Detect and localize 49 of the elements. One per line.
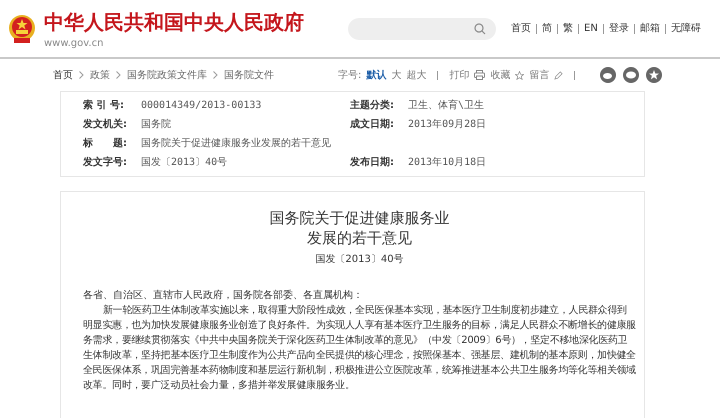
comment-link[interactable]: 留言 (529, 68, 550, 82)
print-link[interactable]: 打印 (449, 68, 470, 82)
breadcrumb-link[interactable]: 政策 (90, 68, 110, 82)
info-label: 发布日期: (350, 156, 395, 169)
chevron-right-icon (116, 71, 121, 79)
info-label: 发文机关: (83, 118, 128, 131)
breadcrumb-link[interactable]: 国务院政策文件库 (127, 68, 207, 82)
chevron-right-icon (213, 71, 218, 79)
breadcrumb-link[interactable]: 国务院文件 (224, 68, 274, 82)
info-value: 国务院关于促进健康服务业发展的若干意见 (141, 136, 331, 150)
font-size-option[interactable]: 大 (391, 68, 402, 82)
salutation: 各省、自治区、直辖市人民政府，国务院各部委、各直属机构： (83, 288, 364, 303)
info-value: 2013年10月18日 (408, 156, 486, 169)
font-size-option[interactable]: 超大 (406, 68, 426, 82)
nav-link[interactable]: 邮箱 (634, 24, 665, 34)
info-label: 成文日期: (350, 118, 395, 131)
font-size-label: 字号: (338, 68, 362, 82)
chevron-right-icon (79, 71, 84, 79)
emblem-logo (8, 14, 36, 44)
nav-link[interactable]: 登录 (602, 24, 634, 34)
star-share-icon[interactable] (646, 67, 662, 83)
info-value: 000014349/2013-00133 (141, 100, 262, 111)
nav-link[interactable]: 首页 (506, 24, 536, 34)
nav-link[interactable]: EN (578, 24, 603, 34)
favorite-link[interactable]: 收藏 (490, 68, 510, 82)
info-label: 发文字号: (83, 155, 128, 169)
search-field[interactable] (348, 18, 496, 40)
article-title: 国务院关于促进健康服务业 (268, 208, 450, 228)
printer-icon[interactable] (474, 70, 486, 80)
site-url: www.gov.cn (44, 38, 104, 48)
info-value: 卫生、体育\卫生 (408, 98, 484, 112)
font-size-option[interactable]: 默认 (366, 68, 386, 82)
info-value: 2013年09月28日 (408, 118, 486, 131)
nav-link[interactable]: 简 (536, 24, 557, 34)
breadcrumb-link[interactable]: 首页 (53, 68, 73, 82)
pencil-icon[interactable] (554, 70, 564, 80)
search-icon[interactable] (474, 22, 486, 34)
article-title: 发展的若干意见 (306, 228, 413, 248)
info-label: 索 引 号: (83, 98, 125, 112)
nav-link[interactable]: 无障碍 (664, 24, 706, 34)
star-icon[interactable] (515, 70, 524, 80)
site-title: 中华人民共和国中央人民政府 (44, 8, 304, 36)
info-value: 国务院 (141, 118, 171, 131)
nav-link[interactable]: 繁 (557, 24, 578, 34)
info-label: 标 题: (83, 136, 128, 150)
article-paragraph: 新一轮医药卫生体制改革实施以来，取得重大阶段性成效，全民医保基本实现，基本医疗卫生制度初步建立，人民群众得到明显实惠，也为加快发展健康服务业创造了良好条件。为实现人人享有基本医疗卫生服务的目标，满足人民群众不断增长的健康服务需求，要继续贯彻落实《中共中央国务院关于深化医药卫生体制改革的意见》（中发〔2009〕6号），坚定不移地深化医药卫生体制改革，坚持把基本医疗卫生制度作为公共产品向全民提供的核心理念，按照保基本、强基层、建机制的基本原则，加快健全全民医保体系，巩固完善基本药物制度和基层运行新机制，积极推进公立医院改革，统筹推进基本公共卫生服务均等化等相关领域改革。同时，要广泛动员社会力量，多措并举发展健康服务业。 (83, 304, 636, 393)
info-value: 国发〔2013〕40号 (141, 156, 228, 169)
document-number: 国发〔2013〕40号 (314, 253, 405, 266)
info-label: 主题分类: (350, 98, 395, 112)
